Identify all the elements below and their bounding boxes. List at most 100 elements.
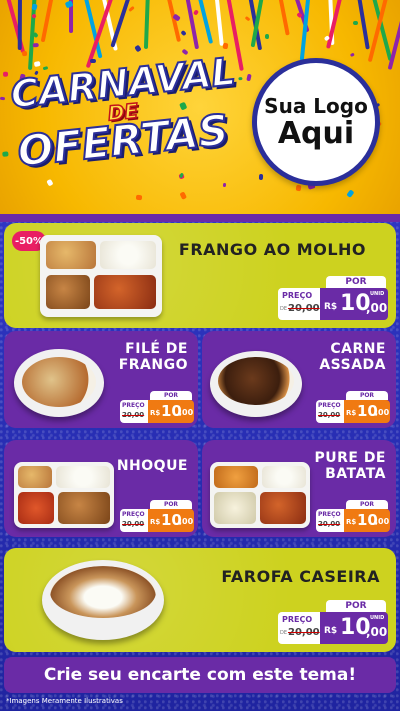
product-name: CARNE ASSADA [319, 341, 386, 373]
confetti-piece [258, 173, 263, 181]
preco-label: PREÇO [318, 402, 341, 409]
product-name: FRANGO AO MOLHO [178, 240, 366, 259]
new-price-box: R$ 10 UNID ,00 [320, 288, 388, 320]
confetti-piece [346, 188, 354, 198]
product-name-line2: FRANGO [118, 357, 188, 374]
confetti-piece [32, 31, 39, 38]
new-price-box: R$ 10 ,00 [148, 400, 194, 423]
old-price-box: PREÇO 20,00 [120, 400, 148, 423]
price-por-label: POR [346, 391, 388, 400]
logo-text-line1: Sua Logo [264, 93, 368, 118]
confetti-piece [295, 184, 301, 192]
preco-label: PREÇO [282, 615, 313, 624]
campaign-title: CARNAVAL DE OFERTAS [7, 48, 238, 188]
streamer-decoration [165, 0, 182, 42]
new-price-box: R$ 10 ,00 [148, 509, 194, 532]
old-price-box: PREÇO DE 20,00 [278, 612, 320, 644]
price-tag: POR PREÇO 20,00 R$ 10 ,00 [120, 391, 194, 423]
preco-label: PREÇO [122, 402, 145, 409]
streamer-decoration [143, 0, 150, 49]
price-por-label: POR [326, 600, 386, 612]
streamer-decoration [196, 0, 214, 44]
new-price-box: R$ 10 ,00 [344, 509, 390, 532]
logo-text-line2: Aqui [277, 115, 355, 151]
product-name-line1: FILÉ DE [125, 341, 188, 357]
product-name: NHOQUE [116, 458, 188, 474]
price-tag: POR PREÇO 20,00 R$ 10 ,00 [120, 500, 194, 532]
dish-image [14, 349, 104, 417]
unit-label: UNID [370, 291, 385, 297]
confetti-piece [244, 16, 250, 22]
confetti-piece [192, 9, 199, 17]
currency-label: R$ [324, 302, 338, 312]
streamer-decoration [277, 0, 291, 36]
confetti-piece [222, 42, 229, 50]
new-price-box: R$ 10 ,00 [344, 400, 390, 423]
preco-label: PREÇO [122, 511, 145, 518]
cta-button[interactable]: Crie seu encarte com este tema! [4, 657, 396, 693]
old-price-box: PREÇO 20,00 [316, 400, 344, 423]
confetti-piece [31, 13, 38, 19]
product-name-line1: PURE DE [314, 450, 386, 466]
product-name-line1: CARNE [330, 341, 386, 357]
product-card-carne-assada[interactable]: CARNE ASSADA POR PREÇO 20,00 R$ 10 ,00 [202, 331, 396, 428]
old-price-box: PREÇO DE 20,00 [278, 288, 320, 320]
logo-placeholder[interactable]: Sua Logo Aqui [252, 58, 380, 186]
new-price-box: R$ 10 UNID ,00 [320, 612, 388, 644]
divider-strip [0, 214, 400, 222]
confetti-piece [127, 5, 135, 12]
dish-image [210, 351, 302, 417]
confetti-piece [32, 43, 39, 47]
product-card-file-de-frango[interactable]: FILÉ DE FRANGO POR PREÇO 20,00 R$ 10 ,00 [4, 331, 198, 428]
price-cents: ,00 [375, 408, 390, 417]
de-label: DE [280, 630, 288, 636]
product-name-line2: ASSADA [319, 357, 386, 374]
confetti-piece [134, 44, 142, 53]
price-cents: ,00 [179, 408, 194, 417]
dish-image [40, 235, 162, 317]
confetti-piece [180, 30, 188, 37]
confetti-piece [0, 97, 6, 101]
confetti-piece [21, 51, 28, 57]
product-name-line2: BATATA [325, 466, 386, 483]
confetti-piece [265, 33, 270, 39]
streamer-decoration [387, 0, 400, 70]
old-price: 20,00 [122, 520, 145, 528]
old-price-box: PREÇO 20,00 [120, 509, 148, 532]
currency-label: R$ [324, 626, 338, 636]
dish-image [210, 462, 310, 528]
confetti-piece [350, 52, 356, 57]
streamer-decoration [183, 0, 199, 50]
old-price: 20,00 [318, 411, 341, 419]
price-cents: ,00 [366, 625, 388, 639]
price-tag: POR PREÇO 20,00 R$ 10 ,00 [316, 391, 390, 423]
preco-label: PREÇO [318, 511, 341, 518]
header-banner: CARNAVAL DE OFERTAS Sua Logo Aqui [0, 0, 400, 214]
price-cents: ,00 [366, 301, 388, 315]
old-price-box: PREÇO 20,00 [316, 509, 344, 532]
streamer-decoration [3, 0, 26, 54]
old-price: 20,00 [318, 520, 341, 528]
dish-image [14, 462, 114, 528]
price-por-label: POR [150, 391, 192, 400]
product-name: PURE DE BATATA [314, 450, 386, 482]
confetti-piece [135, 195, 143, 202]
product-card-farofa-caseira[interactable]: FAROFA CASEIRA POR PREÇO DE 20,00 R$ 10 … [4, 548, 396, 652]
product-card-pure-de-batata[interactable]: PURE DE BATATA POR PREÇO 20,00 R$ 10 ,00 [202, 440, 396, 537]
product-card-nhoque[interactable]: NHOQUE POR PREÇO 20,00 R$ 10 ,00 [4, 440, 198, 537]
product-card-frango-ao-molho[interactable]: -50% FRANGO AO MOLHO POR PREÇO DE 20,00 … [4, 223, 396, 328]
product-name: FAROFA CASEIRA [221, 567, 380, 586]
streamer-decoration [17, 0, 22, 50]
old-price: 20,00 [288, 627, 320, 638]
price-tag: POR PREÇO DE 20,00 R$ 10 UNID ,00 [278, 600, 388, 644]
price-por-label: POR [326, 276, 386, 288]
unit-label: UNID [370, 615, 385, 621]
preco-label: PREÇO [282, 291, 313, 300]
product-name: FILÉ DE FRANGO [119, 341, 188, 373]
price-cents: ,00 [179, 517, 194, 526]
dish-image [42, 560, 164, 640]
disclaimer-text: *Imagens Meramente Ilustrativas [6, 697, 123, 705]
price-cents: ,00 [375, 517, 390, 526]
old-price: 20,00 [288, 303, 320, 314]
old-price: 20,00 [122, 411, 145, 419]
